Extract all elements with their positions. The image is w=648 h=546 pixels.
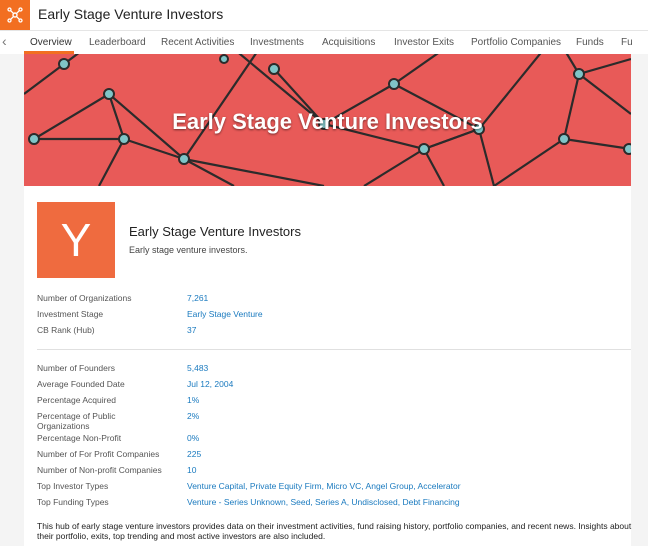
hero-banner: Early Stage Venture Investors [24,54,631,186]
field-value-link[interactable]: 10 [187,465,196,475]
field-value-link[interactable]: Early Stage Venture [187,309,263,319]
field-value-link[interactable]: 1% [187,395,199,405]
hub-summary-text: This hub of early stage venture investor… [37,521,632,541]
crunchbase-hub-logo[interactable] [0,0,30,30]
field-label: Investment Stage [37,309,104,319]
top-bar: Early Stage Venture Investors [0,0,648,31]
hub-name: Early Stage Venture Investors [129,224,301,239]
tab-acquisitions[interactable]: Acquisitions [322,37,375,48]
field-label: Top Funding Types [37,497,109,507]
field-value-link[interactable]: Jul 12, 2004 [187,379,233,389]
field-value-link[interactable]: 0% [187,433,199,443]
hero-title: Early Stage Venture Investors [172,109,483,134]
tab-investor-exits[interactable]: Investor Exits [394,37,454,48]
field-label: Top Investor Types [37,481,109,491]
field-label: Average Founded Date [37,379,125,389]
right-gutter [631,54,648,546]
tab-overview[interactable]: Overview [30,37,72,48]
network-icon [7,7,23,23]
tab-funds[interactable]: Funds [576,37,604,48]
tab-portfolio-companies[interactable]: Portfolio Companies [471,37,561,48]
hub-logo-letter: Y [60,214,92,266]
field-label: CB Rank (Hub) [37,325,95,335]
tab-investments[interactable]: Investments [250,37,304,48]
field-value-link[interactable]: Venture Capital, Private Equity Firm, Mi… [187,481,461,491]
hub-logo: Y [37,202,115,278]
field-value-link[interactable]: 7,261 [187,293,208,303]
tab-recent-activities[interactable]: Recent Activities [161,37,234,48]
field-value-link[interactable]: Venture - Series Unknown, Seed, Series A… [187,497,460,507]
app-title: Early Stage Venture Investors [38,6,224,22]
field-label: Percentage Non-Profit [37,433,122,443]
tab-more[interactable]: Fu [621,37,633,48]
field-label: Number of Non-profit Companies [37,465,162,475]
field-label: Percentage Acquired [37,395,116,405]
chevron-left-icon[interactable]: ‹ [2,33,7,49]
tab-leaderboard[interactable]: Leaderboard [89,37,146,48]
tab-bar: ‹ Overview Leaderboard Recent Activities… [0,32,648,55]
field-value-link[interactable]: 5,483 [187,363,208,373]
field-value-link[interactable]: 2% [187,411,199,421]
section-divider [37,349,631,350]
hub-description: Early stage venture investors. [129,245,248,255]
field-label: Number of Founders [37,363,115,373]
field-value-link[interactable]: 37 [187,325,196,335]
field-label: Number of For Profit Companies [37,449,160,459]
left-gutter [0,54,24,546]
field-value-link[interactable]: 225 [187,449,201,459]
field-label: Number of Organizations [37,293,132,303]
field-label: Percentage of Public Organizations [37,411,116,431]
